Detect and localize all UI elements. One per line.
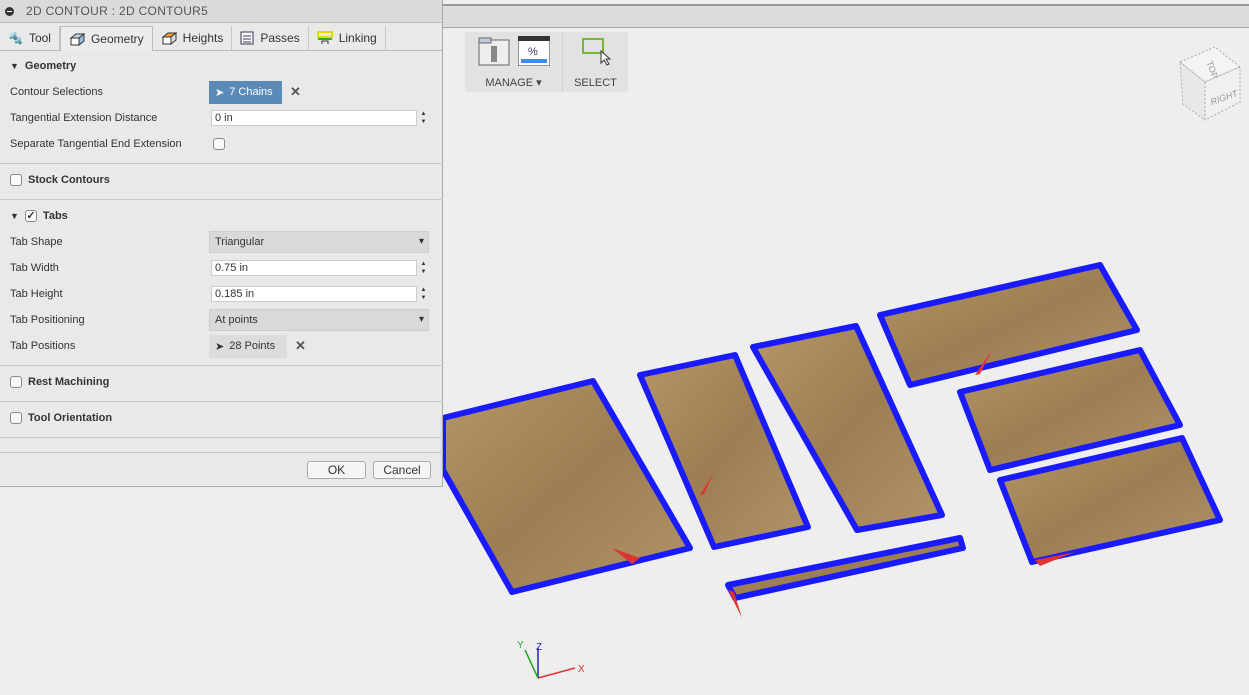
tab-positions-button[interactable]: ➤ 28 Points (209, 334, 287, 358)
2d-contour-dialog: 2D CONTOUR : 2D CONTOUR5 🔩 Tool Geometry … (0, 0, 443, 487)
tab-tool[interactable]: 🔩 Tool (0, 26, 60, 50)
heights-icon (161, 31, 177, 45)
tangential-extension-spinner[interactable]: ▲ ▼ (419, 110, 428, 126)
clear-contours-icon[interactable]: ✕ (290, 84, 301, 100)
tab-width-label: Tab Width (10, 262, 59, 274)
cursor-icon: ➤ (215, 86, 225, 99)
tool-icon: 🔩 (8, 31, 23, 45)
tab-linking[interactable]: Linking (309, 26, 386, 50)
tab-width-spinner[interactable]: ▲ ▼ (419, 260, 428, 276)
axis-y-label: Y (517, 640, 524, 651)
stock-contours-header[interactable]: Stock Contours (10, 174, 110, 186)
tab-height-input[interactable]: 0.185 in (211, 286, 417, 302)
rest-machining-checkbox[interactable] (10, 376, 22, 388)
geometry-icon (69, 32, 85, 46)
divider (0, 365, 443, 366)
tab-height-spinner[interactable]: ▲ ▼ (419, 286, 428, 302)
axis-z-label: Z (536, 642, 542, 653)
tab-positioning-label: Tab Positioning (10, 314, 85, 326)
panel-7[interactable] (725, 535, 966, 601)
tab-geometry[interactable]: Geometry (59, 26, 153, 51)
divider (0, 163, 443, 164)
axis-x-label: X (578, 664, 585, 675)
axis-triad: X Z Y (517, 640, 585, 679)
tab-passes[interactable]: Passes (232, 26, 309, 50)
tab-shape-select[interactable]: Triangular (209, 231, 429, 253)
ok-button[interactable]: OK (307, 461, 366, 479)
rest-machining-header[interactable]: Rest Machining (10, 376, 109, 388)
tab-height-label: Tab Height (10, 288, 63, 300)
divider (0, 199, 443, 200)
view-cube[interactable]: TOP RIGHT (1175, 42, 1245, 122)
tab-positions-label: Tab Positions (10, 340, 76, 352)
tab-width-input[interactable]: 0.75 in (211, 260, 417, 276)
collapse-icon[interactable] (5, 6, 14, 16)
stock-contours-checkbox[interactable] (10, 174, 22, 186)
tabs-section-header[interactable]: ▼ ✓ Tabs (10, 210, 68, 222)
expand-triangle-icon: ▼ (10, 211, 19, 221)
tool-orientation-header[interactable]: Tool Orientation (10, 412, 112, 424)
divider (0, 437, 443, 438)
tangential-extension-input[interactable]: 0 in (211, 110, 417, 126)
expand-triangle-icon: ▼ (10, 61, 19, 71)
dialog-title: 2D CONTOUR : 2D CONTOUR5 (26, 4, 209, 18)
passes-icon (240, 31, 254, 45)
dialog-tabs: 🔩 Tool Geometry Heights Passes Linking (0, 23, 442, 51)
contour-selections-button[interactable]: ➤ 7 Chains (209, 80, 282, 104)
cancel-button[interactable]: Cancel (373, 461, 431, 479)
divider (0, 401, 443, 402)
tangential-extension-label: Tangential Extension Distance (10, 112, 158, 124)
dialog-footer: OK Cancel (0, 452, 443, 487)
linking-icon (316, 31, 333, 44)
cursor-icon: ➤ (215, 340, 225, 353)
separate-tangential-checkbox[interactable] (213, 138, 225, 150)
dialog-title-bar[interactable]: 2D CONTOUR : 2D CONTOUR5 (0, 0, 442, 23)
geometry-section-header[interactable]: ▼ Geometry (10, 60, 76, 72)
contour-selections-label: Contour Selections (10, 86, 103, 98)
tabs-checkbox[interactable]: ✓ (24, 210, 37, 222)
tab-positioning-select[interactable]: At points (209, 309, 429, 331)
clear-tab-positions-icon[interactable]: ✕ (295, 338, 306, 354)
tool-orientation-checkbox[interactable] (10, 412, 22, 424)
tab-shape-label: Tab Shape (10, 236, 63, 248)
tab-heights[interactable]: Heights (153, 26, 233, 50)
separate-tangential-label: Separate Tangential End Extension (10, 138, 182, 150)
